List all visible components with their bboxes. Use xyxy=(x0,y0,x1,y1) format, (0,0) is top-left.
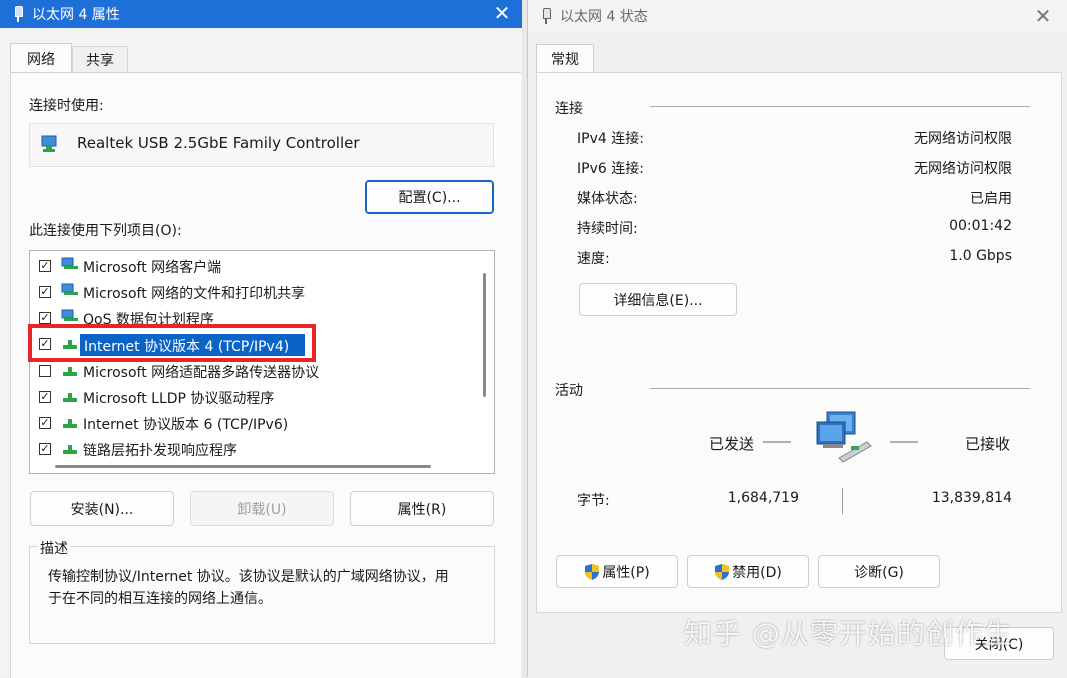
uac-shield-icon xyxy=(585,563,600,580)
item-checkbox[interactable] xyxy=(39,365,51,377)
close-icon[interactable]: ✕ xyxy=(1033,6,1053,26)
watermark-text: 知乎 @从零开始的创作生 xyxy=(684,617,1013,650)
qos-icon xyxy=(61,309,78,321)
media-state-value: 已启用 xyxy=(970,191,1012,207)
media-state-label: 媒体状态: xyxy=(577,191,638,207)
bytes-label: 字节: xyxy=(577,493,610,509)
speed-value: 1.0 Gbps xyxy=(949,248,1012,264)
protocol-icon xyxy=(63,393,77,402)
protocol-icon xyxy=(63,445,77,454)
connection-section-title: 连接 xyxy=(555,101,583,117)
list-item[interactable]: 链路层拓扑发现响应程序 xyxy=(83,440,237,460)
ipv6-label: IPv6 连接: xyxy=(577,161,644,177)
item-checkbox[interactable]: ✓ xyxy=(39,286,51,298)
list-item[interactable]: Microsoft 网络适配器多路传送器协议 xyxy=(83,362,319,382)
uninstall-button: 卸载(U) xyxy=(190,491,334,526)
description-title: 描述 xyxy=(38,538,70,558)
uninstall-button-label: 卸载(U) xyxy=(237,501,287,518)
network-client-icon xyxy=(61,257,78,269)
list-item[interactable]: Microsoft LLDP 协议驱动程序 xyxy=(83,388,274,408)
status-titlebar: 以太网 4 状态 ✕ xyxy=(528,0,1067,32)
protocol-icon xyxy=(63,367,77,376)
properties-titlebar: 以太网 4 属性 ✕ xyxy=(0,0,522,28)
item-checkbox[interactable]: ✓ xyxy=(39,443,51,455)
status-window: 以太网 4 状态 ✕ 常规 连接 IPv4 连接: 无网络访问权限 IPv6 连… xyxy=(527,0,1067,677)
received-label: 已接收 xyxy=(965,435,1011,453)
tab-general[interactable]: 常规 xyxy=(536,44,594,73)
adapter-box: Realtek USB 2.5GbE Family Controller xyxy=(29,123,494,167)
sent-line xyxy=(763,441,791,443)
diagnose-button[interactable]: 诊断(G) xyxy=(818,555,940,588)
tab-sharing[interactable]: 共享 xyxy=(72,46,128,72)
properties-title: 以太网 4 属性 xyxy=(32,7,120,23)
description-line-1: 传输控制协议/Internet 协议。该协议是默认的广域网络协议，用 xyxy=(48,569,449,585)
item-checkbox[interactable]: ✓ xyxy=(39,312,51,324)
item-properties-button-label: 属性(R) xyxy=(397,501,447,518)
items-label: 此连接使用下列项目(O): xyxy=(29,223,182,239)
status-properties-button[interactable]: 属性(P) xyxy=(556,555,678,588)
details-button[interactable]: 详细信息(E)... xyxy=(579,283,737,316)
sent-label: 已发送 xyxy=(709,435,755,453)
install-button[interactable]: 安装(N)... xyxy=(30,491,174,526)
tab-sharing-label: 共享 xyxy=(86,52,114,69)
configure-button-label: 配置(C)... xyxy=(398,190,461,206)
item-checkbox[interactable]: ✓ xyxy=(39,260,51,272)
duration-value: 00:01:42 xyxy=(949,218,1012,234)
ethernet-icon xyxy=(12,6,24,22)
disable-button[interactable]: 禁用(D) xyxy=(687,555,809,588)
item-properties-button[interactable]: 属性(R) xyxy=(350,491,494,526)
adapter-name: Realtek USB 2.5GbE Family Controller xyxy=(77,134,360,152)
connect-using-label: 连接时使用: xyxy=(29,98,104,114)
horizontal-scrollbar[interactable] xyxy=(55,465,431,468)
uac-shield-icon xyxy=(715,563,730,580)
adapter-icon xyxy=(41,135,57,152)
item-checkbox[interactable]: ✓ xyxy=(39,391,51,403)
list-item[interactable]: Microsoft 网络客户端 xyxy=(83,257,221,277)
tab-network[interactable]: 网络 xyxy=(10,43,72,73)
activity-section-title: 活动 xyxy=(555,383,583,399)
ipv4-value: 无网络访问权限 xyxy=(914,131,1012,147)
ipv6-value: 无网络访问权限 xyxy=(914,161,1012,177)
network-activity-icon xyxy=(816,411,872,463)
items-list[interactable]: ✓ Microsoft 网络客户端 ✓ Microsoft 网络的文件和打印机共… xyxy=(29,250,495,474)
list-item[interactable]: Microsoft 网络的文件和打印机共享 xyxy=(83,283,305,303)
ethernet-icon xyxy=(540,8,552,24)
general-tab-panel xyxy=(536,72,1062,613)
list-item[interactable]: Internet 协议版本 6 (TCP/IPv6) xyxy=(83,414,288,434)
protocol-icon xyxy=(63,419,77,428)
received-line xyxy=(890,441,918,443)
install-button-label: 安装(N)... xyxy=(70,501,134,518)
status-title: 以太网 4 状态 xyxy=(560,9,648,25)
close-icon[interactable]: ✕ xyxy=(492,3,512,23)
diagnose-button-label: 诊断(G) xyxy=(854,564,904,581)
item-checkbox[interactable]: ✓ xyxy=(39,417,51,429)
details-button-label: 详细信息(E)... xyxy=(613,292,703,309)
tab-network-label: 网络 xyxy=(27,51,55,68)
activity-separator xyxy=(650,388,1030,389)
configure-button[interactable]: 配置(C)... xyxy=(365,180,494,214)
bytes-received-value: 13,839,814 xyxy=(931,490,1012,506)
connection-separator xyxy=(650,106,1030,107)
ipv4-label: IPv4 连接: xyxy=(577,131,644,147)
properties-window: 以太网 4 属性 ✕ 网络 共享 连接时使用: Realtek USB 2.5G… xyxy=(0,0,522,678)
duration-label: 持续时间: xyxy=(577,221,638,237)
file-printer-sharing-icon xyxy=(61,283,78,295)
description-line-2: 于在不同的相互连接的网络上通信。 xyxy=(48,591,272,607)
disable-button-label: 禁用(D) xyxy=(732,564,782,581)
bytes-sent-value: 1,684,719 xyxy=(727,490,799,506)
status-properties-button-label: 属性(P) xyxy=(602,564,650,581)
tab-general-label: 常规 xyxy=(551,52,579,68)
annotation-highlight-box xyxy=(28,324,316,362)
bytes-divider xyxy=(842,488,843,514)
vertical-scrollbar[interactable] xyxy=(483,273,486,397)
speed-label: 速度: xyxy=(577,251,610,267)
